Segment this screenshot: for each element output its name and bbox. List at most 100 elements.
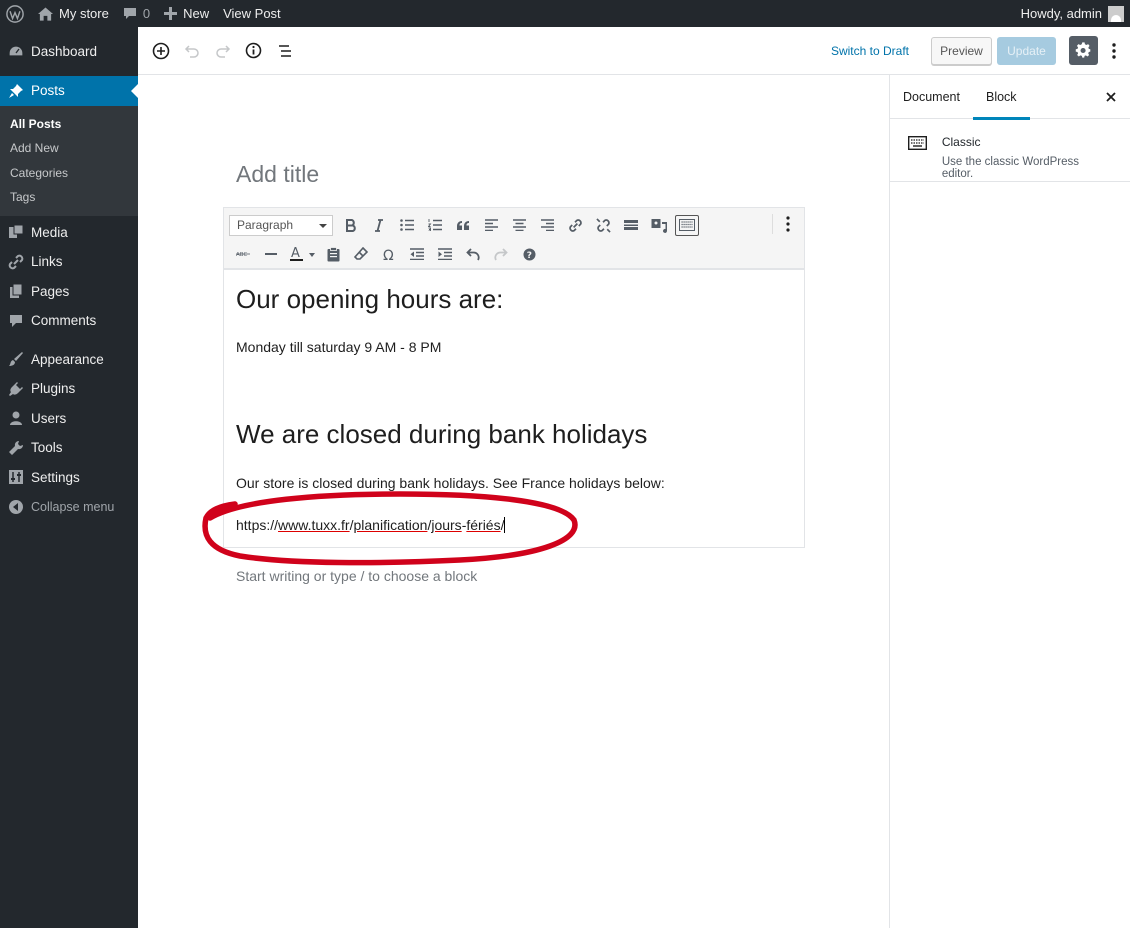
keyboard-icon	[679, 219, 695, 231]
indent-icon	[438, 248, 452, 260]
sidebar-item-dashboard[interactable]: Dashboard	[0, 37, 138, 67]
site-name-label: My store	[59, 6, 109, 21]
howdy-label: Howdy, admin	[1020, 6, 1102, 21]
text-color-button[interactable]: A	[285, 242, 319, 266]
admin-bar: My store 0 New View Post Howdy, admin	[0, 0, 1130, 27]
toolbar-separator	[772, 214, 773, 234]
blockquote-button[interactable]	[449, 213, 477, 237]
clear-formatting-button[interactable]	[347, 242, 375, 266]
tab-document[interactable]: Document	[890, 75, 973, 119]
toolbar-toggle-button[interactable]	[675, 214, 699, 236]
align-center-button[interactable]	[505, 213, 533, 237]
format-select[interactable]: Paragraph	[229, 214, 333, 236]
collapse-icon	[8, 499, 24, 515]
bullet-list-button[interactable]	[393, 213, 421, 237]
unlink-icon	[595, 217, 611, 233]
view-post-link[interactable]: View Post	[216, 0, 288, 27]
submenu-categories[interactable]: Categories	[0, 161, 138, 186]
switch-to-draft-button[interactable]: Switch to Draft	[831, 44, 909, 58]
block-navigation-button[interactable]	[269, 35, 300, 66]
plus-icon	[164, 7, 178, 20]
sidebar-item-settings[interactable]: Settings	[0, 463, 138, 493]
sidebar-item-plugins[interactable]: Plugins	[0, 374, 138, 404]
outdent-icon	[410, 248, 424, 260]
new-label: New	[183, 6, 210, 21]
pages-icon	[8, 283, 24, 299]
bullet-list-icon	[400, 219, 414, 231]
bold-icon	[346, 218, 356, 232]
sidebar-item-pages[interactable]: Pages	[0, 277, 138, 307]
user-icon	[8, 410, 24, 426]
settings-sliders-icon	[8, 469, 24, 485]
add-media-button[interactable]	[645, 213, 673, 237]
sidebar-item-links[interactable]: Links	[0, 247, 138, 277]
comments-link[interactable]: 0	[116, 0, 157, 27]
italic-button[interactable]	[365, 213, 393, 237]
quote-icon	[457, 220, 469, 230]
submenu-add-new[interactable]: Add New	[0, 136, 138, 161]
clipboard-icon	[327, 246, 339, 261]
sidebar-item-label: Pages	[31, 283, 70, 299]
close-settings-button[interactable]	[1102, 88, 1120, 106]
insert-link-button[interactable]	[561, 213, 589, 237]
settings-gear-button[interactable]	[1069, 36, 1098, 65]
preview-button[interactable]: Preview	[931, 36, 992, 65]
sidebar-item-users[interactable]: Users	[0, 404, 138, 434]
add-block-button[interactable]	[145, 35, 176, 66]
paste-text-button[interactable]	[319, 242, 347, 266]
collapse-menu-label: Collapse menu	[31, 499, 115, 514]
sidebar-item-tools[interactable]: Tools	[0, 433, 138, 463]
special-character-button[interactable]: Ω	[375, 242, 403, 266]
align-left-button[interactable]	[477, 213, 505, 237]
sidebar-item-label: Users	[31, 410, 67, 426]
default-block-appender[interactable]: Start writing or type / to choose a bloc…	[236, 568, 477, 584]
sidebar-item-label: Settings	[31, 469, 80, 485]
decrease-indent-button[interactable]	[403, 242, 431, 266]
toolbar-redo-button[interactable]	[487, 242, 515, 266]
more-options-button[interactable]	[1104, 35, 1124, 66]
sidebar-item-comments[interactable]: Comments	[0, 306, 138, 336]
update-button[interactable]: Update	[997, 36, 1056, 65]
bold-button[interactable]	[337, 213, 365, 237]
insert-read-more-button[interactable]	[617, 213, 645, 237]
url-part: https://	[236, 517, 279, 533]
strikethrough-button[interactable]: ABC	[229, 242, 257, 266]
admin-sidebar: Dashboard Posts All Posts Add New Catego…	[0, 27, 138, 928]
numbered-list-button[interactable]	[421, 213, 449, 237]
sidebar-item-appearance[interactable]: Appearance	[0, 345, 138, 375]
keyboard-shortcuts-help-button[interactable]: ?	[515, 242, 543, 266]
increase-indent-button[interactable]	[431, 242, 459, 266]
editor-header: Switch to Draft Preview Update	[138, 27, 1130, 75]
svg-text:?: ?	[526, 251, 531, 261]
undo-button[interactable]	[176, 35, 207, 66]
info-button[interactable]	[238, 35, 269, 66]
link-icon	[568, 218, 582, 232]
site-name-link[interactable]: My store	[31, 0, 116, 27]
align-left-icon	[484, 219, 498, 231]
classic-block[interactable]: Paragraph ABC A Ω ? Our opening hours ar…	[223, 207, 805, 548]
collapse-menu-button[interactable]: Collapse menu	[0, 492, 138, 522]
block-card: Classic Use the classic WordPress editor…	[890, 119, 1130, 182]
sidebar-item-label: Media	[31, 224, 68, 240]
submenu-tags[interactable]: Tags	[0, 185, 138, 210]
toolbar-undo-button[interactable]	[459, 242, 487, 266]
remove-link-button[interactable]	[589, 213, 617, 237]
sidebar-item-posts[interactable]: Posts	[0, 75, 138, 106]
keyboard-icon	[907, 135, 928, 165]
media-icon	[8, 224, 24, 240]
editor-canvas: Add title Paragraph ABC A Ω ? Our openin…	[138, 75, 889, 928]
post-title-input[interactable]: Add title	[236, 161, 319, 188]
sidebar-item-media[interactable]: Media	[0, 218, 138, 248]
comment-bubble-icon	[123, 7, 137, 21]
redo-button[interactable]	[207, 35, 238, 66]
wordpress-logo-icon[interactable]	[0, 0, 31, 27]
block-more-options-button[interactable]	[779, 214, 797, 234]
url-part: jours	[431, 517, 462, 533]
align-right-button[interactable]	[533, 213, 561, 237]
submenu-all-posts[interactable]: All Posts	[0, 112, 138, 137]
wrench-icon	[8, 440, 24, 456]
new-content-link[interactable]: New	[157, 0, 216, 27]
tab-block[interactable]: Block	[972, 75, 1030, 120]
horizontal-line-button[interactable]	[257, 242, 285, 266]
my-account-link[interactable]: Howdy, admin	[1014, 0, 1130, 27]
